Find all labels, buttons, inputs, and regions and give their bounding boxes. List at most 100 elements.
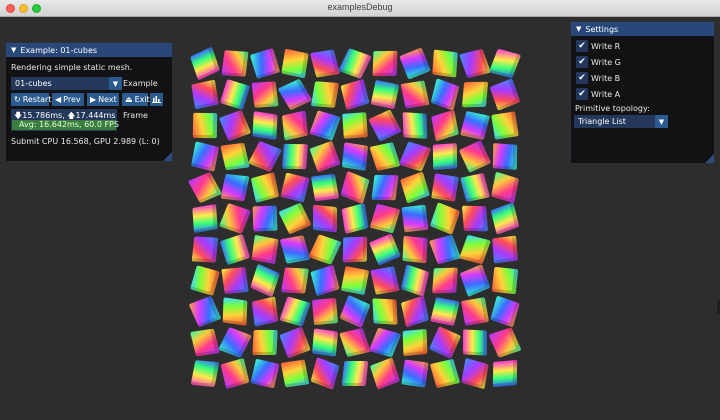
arrow-right-icon: ▶ xyxy=(90,95,97,104)
cube xyxy=(309,295,339,326)
cube xyxy=(459,171,490,203)
cube xyxy=(249,171,280,203)
cube xyxy=(459,295,489,326)
cube xyxy=(188,295,222,328)
collapse-triangle-icon[interactable]: ▼ xyxy=(11,46,16,54)
cube xyxy=(398,140,432,172)
example-select-value: 01-cubes xyxy=(15,79,52,88)
cube xyxy=(369,202,401,234)
cube xyxy=(428,326,462,359)
cube xyxy=(429,295,460,326)
cube xyxy=(488,326,522,358)
cube xyxy=(279,171,310,203)
cube xyxy=(249,263,280,298)
cube xyxy=(278,202,312,235)
cube xyxy=(219,295,249,326)
cube xyxy=(309,326,339,357)
cube xyxy=(458,140,492,173)
collapse-triangle-icon[interactable]: ▼ xyxy=(576,25,581,33)
cube xyxy=(219,357,250,390)
cube xyxy=(459,326,489,357)
write-r-checkbox[interactable]: ✔ xyxy=(576,40,588,52)
cube xyxy=(369,264,400,295)
cube xyxy=(399,47,431,80)
topology-label: Primitive topology: xyxy=(575,104,650,113)
bar-chart-icon xyxy=(152,94,161,105)
cube xyxy=(489,171,519,204)
cube xyxy=(428,233,462,265)
frame-stats[interactable]: 🡇15.786ms, 🡅17.444ms Avg: 16.642ms, 60.0… xyxy=(11,109,119,131)
cube xyxy=(369,295,399,326)
frame-label: Frame xyxy=(123,111,148,120)
cube xyxy=(429,357,461,389)
stats-button[interactable] xyxy=(150,93,163,106)
cube xyxy=(279,109,309,141)
cube xyxy=(399,264,430,297)
prev-label: Prev xyxy=(63,95,81,104)
restart-button[interactable]: ↻ Restart xyxy=(11,93,51,106)
chevron-down-icon[interactable]: ▼ xyxy=(655,115,668,128)
resize-grip[interactable] xyxy=(705,154,714,163)
cube xyxy=(368,109,402,142)
cube xyxy=(488,47,522,79)
cube xyxy=(429,202,461,235)
cube xyxy=(429,264,459,295)
cube xyxy=(309,202,339,233)
cube xyxy=(309,109,341,141)
cube xyxy=(429,47,459,78)
cube xyxy=(489,202,520,235)
cube xyxy=(218,202,252,235)
restart-icon: ↻ xyxy=(14,95,21,104)
title-bar: examplesDebug xyxy=(0,0,720,17)
cube xyxy=(339,140,369,171)
cube xyxy=(429,78,460,111)
write-b-checkbox[interactable]: ✔ xyxy=(576,72,588,84)
example-panel-header[interactable]: ▼ Example: 01-cubes xyxy=(6,43,172,57)
example-select-label: Example xyxy=(123,79,158,88)
exit-label: Exit xyxy=(134,95,150,104)
cube xyxy=(399,295,430,328)
cpu-time: 15.786ms xyxy=(22,111,63,120)
write-a-checkbox[interactable]: ✔ xyxy=(576,88,588,100)
cube xyxy=(429,140,459,171)
example-select[interactable]: 01-cubes ▼ xyxy=(11,77,122,90)
submit-stats: Submit CPU 16.568, GPU 2.989 (L: 0) xyxy=(11,137,160,146)
cube xyxy=(249,78,279,109)
exit-button[interactable]: ⏏ Exit xyxy=(122,93,150,106)
next-label: Next xyxy=(98,95,117,104)
cube xyxy=(339,326,371,358)
cube xyxy=(459,109,490,141)
cube xyxy=(189,202,219,234)
chevron-down-icon[interactable]: ▼ xyxy=(109,77,122,90)
cube xyxy=(459,78,489,109)
write-g-checkbox[interactable]: ✔ xyxy=(576,56,588,68)
cube xyxy=(399,78,430,109)
cube xyxy=(339,202,369,235)
cube xyxy=(369,171,399,202)
prev-button[interactable]: ◀ Prev xyxy=(52,93,84,106)
window-title: examplesDebug xyxy=(327,2,393,12)
cube xyxy=(399,109,429,140)
settings-panel-header[interactable]: ▼ Settings xyxy=(571,22,714,36)
cube xyxy=(309,140,341,173)
cube xyxy=(309,357,340,390)
write-r-label: Write R xyxy=(591,42,621,51)
cube xyxy=(279,357,310,388)
cube xyxy=(369,140,401,171)
next-button[interactable]: ▶ Next xyxy=(87,93,119,106)
example-panel: ▼ Example: 01-cubes Rendering simple sta… xyxy=(5,42,173,162)
cube xyxy=(219,78,251,110)
cube xyxy=(277,78,313,111)
cube xyxy=(399,357,429,388)
cube xyxy=(339,357,369,388)
cube xyxy=(279,47,309,79)
cube xyxy=(279,140,309,171)
cube xyxy=(249,295,279,327)
cube xyxy=(189,78,219,110)
topology-select[interactable]: Triangle List ▼ xyxy=(574,115,668,128)
cube xyxy=(189,357,220,388)
cube xyxy=(339,233,369,264)
checkmark-icon: ✔ xyxy=(578,88,586,99)
cube xyxy=(249,233,279,265)
resize-grip[interactable] xyxy=(163,152,172,161)
